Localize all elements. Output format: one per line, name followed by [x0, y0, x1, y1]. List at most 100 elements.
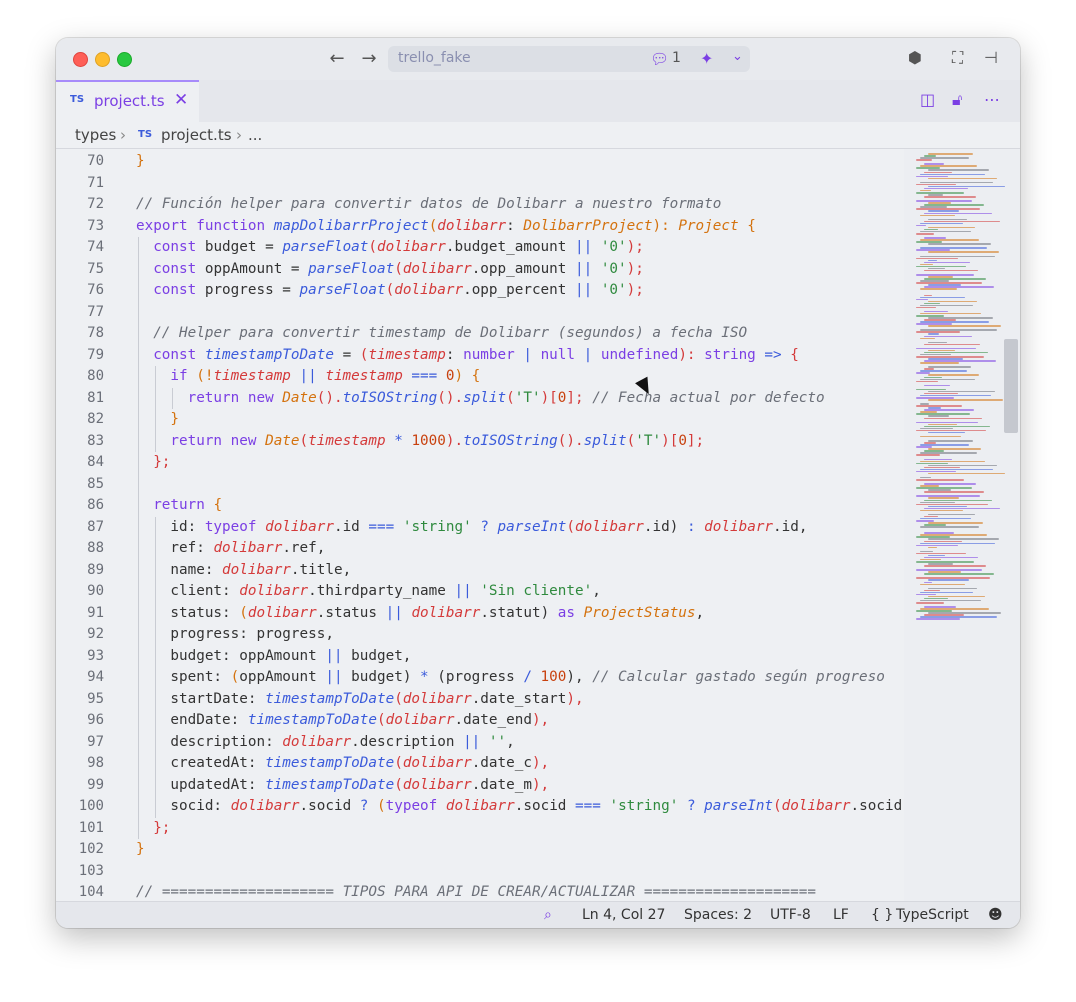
code-text: }: [170, 411, 179, 427]
minimap-line: [924, 491, 984, 493]
code-text: };: [153, 454, 171, 470]
encoding[interactable]: UTF-8: [770, 907, 811, 923]
command-search-bar[interactable]: trello_fake 💬︎ 1 ✦ ⌄: [388, 46, 750, 72]
code-line[interactable]: 97 description: dolibarr.description || '…: [56, 732, 916, 754]
code-text: const timestampToDate = (timestamp: numb…: [153, 346, 799, 363]
minimap-line: [920, 296, 965, 299]
line-number: 90: [87, 583, 104, 599]
code-line[interactable]: 77: [56, 302, 916, 324]
line-ending[interactable]: LF: [833, 907, 849, 923]
code-line[interactable]: 72 // Función helper para convertir datos…: [56, 194, 916, 216]
maximize-window-button[interactable]: [117, 52, 132, 67]
forward-arrow-icon[interactable]: →: [358, 48, 380, 70]
code-line[interactable]: 85: [56, 474, 916, 496]
code-line[interactable]: 104 // ==================== TIPOS PARA AP…: [56, 882, 916, 901]
code-line[interactable]: 103: [56, 861, 916, 883]
minimap[interactable]: [904, 149, 1020, 901]
code-text: ref: dolibarr.ref,: [170, 540, 326, 556]
breadcrumb-file[interactable]: project.ts: [161, 126, 232, 144]
code-line[interactable]: 91 status: (dolibarr.status || dolibarr.s…: [56, 603, 916, 625]
fullscreen-icon[interactable]: ⛶: [952, 48, 963, 68]
code-editor[interactable]: 70} 71 72// Función helper para convertir …: [56, 149, 1020, 901]
code-line[interactable]: 82}: [56, 409, 916, 431]
line-number: 77: [87, 303, 104, 320]
line-number: 73: [87, 217, 104, 234]
code-line[interactable]: 95 startDate: timestampToDate(dolibarr.da…: [56, 689, 916, 711]
close-tab-icon[interactable]: ✕: [174, 90, 188, 110]
code-line[interactable]: 93 budget: oppAmount || budget,: [56, 646, 916, 668]
code-line[interactable]: 70}: [56, 151, 916, 173]
code-line[interactable]: 101};: [56, 818, 916, 840]
lock-icon[interactable]: 🔓︎: [952, 90, 962, 110]
code-line[interactable]: 90 client: dolibarr.thirdparty_name || 'S…: [56, 581, 916, 603]
code-line[interactable]: 88 ref: dolibarr.ref,: [56, 538, 916, 560]
code-line[interactable]: 80 if (!timestamp || timestamp === 0) {: [56, 366, 916, 388]
pin-icon[interactable]: ⊣: [984, 48, 998, 67]
minimap-line: [928, 251, 999, 253]
code-line[interactable]: 99 updatedAt: timestampToDate(dolibarr.da…: [56, 775, 916, 797]
code-line[interactable]: 79 const timestampToDate = (timestamp: nu…: [56, 345, 916, 367]
code-line[interactable]: 86 return {: [56, 495, 916, 517]
code-line[interactable]: 81 return new Date().toISOString().split(…: [56, 388, 916, 410]
minimap-line: [928, 325, 1001, 327]
close-window-button[interactable]: [73, 52, 88, 67]
code-line[interactable]: 87 id: typeof dolibarr.id === 'string' ? …: [56, 517, 916, 539]
code-line[interactable]: 76 const progress = parseFloat(dolibarr.o…: [56, 280, 916, 302]
code-line[interactable]: 100 socid: dolibarr.socid ? (typeof dolib…: [56, 796, 945, 818]
code-line[interactable]: 96 endDate: timestampToDate(dolibarr.date…: [56, 710, 916, 732]
language-mode[interactable]: TypeScript: [896, 907, 969, 923]
split-editor-icon[interactable]: ◫: [920, 90, 935, 109]
tab-bar: TS project.ts ✕ ◫ 🔓︎ ⋯: [56, 80, 1020, 123]
breadcrumb-folder[interactable]: types: [75, 126, 116, 144]
minimap-line: [924, 335, 972, 337]
code-text: createdAt: timestampToDate(dolibarr.date…: [170, 755, 550, 771]
indentation[interactable]: Spaces: 2: [684, 907, 752, 923]
minimap-line: [916, 602, 944, 604]
code-line[interactable]: 84};: [56, 452, 916, 474]
line-number: 88: [87, 540, 104, 556]
code-line[interactable]: 74 const budget = parseFloat(dolibarr.bud…: [56, 237, 916, 259]
cursor-position[interactable]: Ln 4, Col 27: [582, 907, 665, 923]
chevron-right-icon: ›: [120, 126, 126, 144]
line-number: 100: [78, 798, 104, 814]
code-line[interactable]: 89 name: dolibarr.title,: [56, 560, 916, 582]
code-line[interactable]: 92 progress: progress,: [56, 624, 916, 646]
tab-project-ts[interactable]: TS project.ts ✕: [56, 80, 199, 122]
minimap-line: [924, 196, 976, 198]
code-text: };: [153, 819, 171, 836]
minimize-window-button[interactable]: [95, 52, 110, 67]
search-icon[interactable]: ⌕: [544, 907, 552, 923]
code-text: // ==================== TIPOS PARA API D…: [136, 884, 816, 900]
minimap-line: [916, 306, 936, 309]
code-line[interactable]: 102}: [56, 839, 916, 861]
code-line[interactable]: 94 spent: (oppAmount || budget) * (progre…: [56, 667, 916, 689]
code-text: // Helper para convertir timestamp de Do…: [153, 325, 748, 341]
code-line[interactable]: 83 return new Date(timestamp * 1000).toIS…: [56, 431, 916, 453]
minimap-line: [924, 417, 982, 419]
cube-icon[interactable]: ⬢: [908, 48, 922, 67]
code-line[interactable]: 78 // Helper para convertir timestamp de …: [56, 323, 916, 345]
minimap-line: [928, 579, 969, 581]
code-text: return new Date().toISOString().split('T…: [187, 389, 825, 406]
scrollbar-thumb[interactable]: [1004, 339, 1018, 433]
code-line[interactable]: 98 createdAt: timestampToDate(dolibarr.da…: [56, 753, 916, 775]
breadcrumb-symbol[interactable]: ...: [248, 126, 262, 144]
line-number: 85: [87, 475, 104, 492]
code-line[interactable]: 75 const oppAmount = parseFloat(dolibarr.…: [56, 259, 916, 281]
code-line[interactable]: 73 export function mapDolibarrProject(dol…: [56, 216, 916, 238]
minimap-line: [924, 565, 986, 567]
back-arrow-icon[interactable]: ←: [326, 48, 348, 70]
minimap-line: [916, 618, 960, 620]
ai-assist-icon[interactable]: ✦: [700, 49, 713, 68]
minimap-line: [924, 581, 932, 583]
code-text: budget: oppAmount || budget,: [170, 647, 412, 664]
line-number: 83: [87, 432, 104, 449]
code-line[interactable]: 71: [56, 173, 916, 195]
more-icon[interactable]: ⋯: [984, 90, 1000, 109]
minimap-line: [920, 435, 961, 438]
chevron-down-icon[interactable]: ⌄: [732, 49, 743, 64]
issue-icon[interactable]: 💬︎: [650, 50, 669, 68]
minimap-line: [916, 224, 926, 227]
copilot-icon[interactable]: ☻: [988, 907, 1003, 923]
code-text: name: dolibarr.title,: [170, 561, 352, 578]
